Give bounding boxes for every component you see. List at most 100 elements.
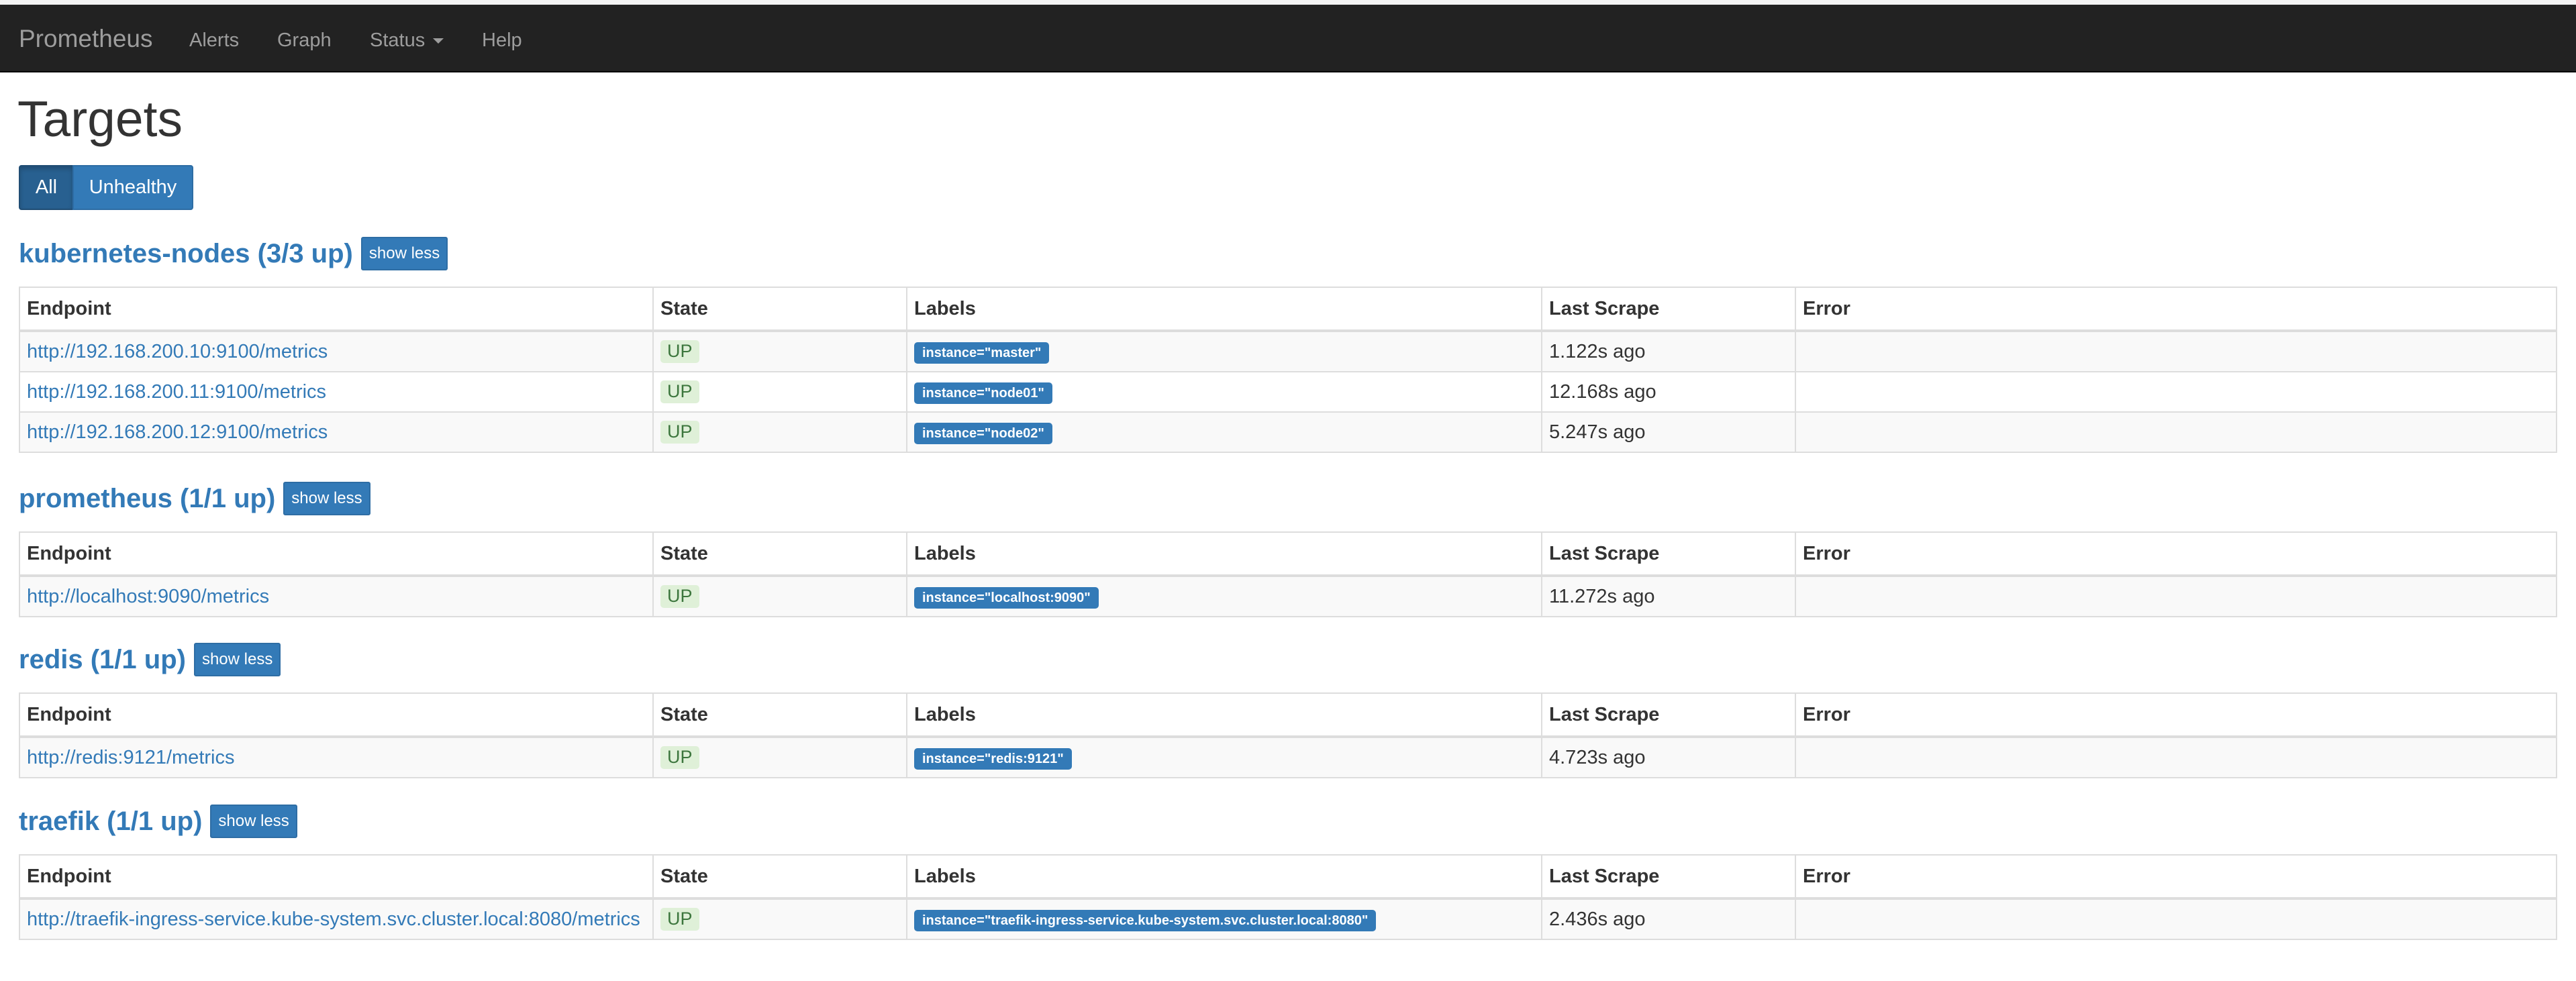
col-last-scrape-header: Last Scrape <box>1541 854 1796 900</box>
state-badge: UP <box>660 746 699 769</box>
table-header-row: Endpoint State Labels Last Scrape Error <box>19 854 2557 900</box>
label-badge: instance="node02" <box>914 422 1052 444</box>
labels-cell: instance="node02" <box>906 411 1542 453</box>
state-cell: UP <box>652 411 907 453</box>
col-labels-header: Labels <box>906 531 1542 577</box>
last-scrape-cell: 1.122s ago <box>1541 330 1796 372</box>
error-cell <box>1795 575 2557 617</box>
endpoint-cell: http://192.168.200.11:9100/metrics <box>19 371 654 413</box>
nav-status[interactable]: Status <box>370 30 444 52</box>
targets-table-redis: Endpoint State Labels Last Scrape Error … <box>19 692 2557 778</box>
table-header-row: Endpoint State Labels Last Scrape Error <box>19 531 2557 577</box>
col-state-header: State <box>652 854 907 900</box>
job-header-traefik: traefik (1/1 up) show less <box>19 805 297 838</box>
targets-table-traefik: Endpoint State Labels Last Scrape Error … <box>19 854 2557 940</box>
filter-unhealthy-button[interactable]: Unhealthy <box>72 165 193 210</box>
table-header-row: Endpoint State Labels Last Scrape Error <box>19 692 2557 738</box>
table-row: http://localhost:9090/metrics UP instanc… <box>19 575 2557 617</box>
state-cell: UP <box>652 371 907 413</box>
state-cell: UP <box>652 330 907 372</box>
labels-cell: instance="node01" <box>906 371 1542 413</box>
endpoint-link[interactable]: http://192.168.200.10:9100/metrics <box>27 341 328 362</box>
labels-cell: instance="redis:9121" <box>906 736 1542 778</box>
show-less-button[interactable]: show less <box>360 237 448 270</box>
col-labels-header: Labels <box>906 692 1542 738</box>
show-less-button[interactable]: show less <box>210 805 297 838</box>
col-endpoint-header: Endpoint <box>19 692 654 738</box>
last-scrape-cell: 12.168s ago <box>1541 371 1796 413</box>
caret-down-icon <box>433 38 444 44</box>
targets-table-prometheus: Endpoint State Labels Last Scrape Error … <box>19 531 2557 617</box>
labels-cell: instance="master" <box>906 330 1542 372</box>
endpoint-link[interactable]: http://redis:9121/metrics <box>27 747 234 768</box>
endpoint-cell: http://redis:9121/metrics <box>19 736 654 778</box>
state-cell: UP <box>652 736 907 778</box>
nav-help[interactable]: Help <box>482 30 522 52</box>
show-less-button[interactable]: show less <box>283 482 370 515</box>
col-endpoint-header: Endpoint <box>19 531 654 577</box>
error-cell <box>1795 736 2557 778</box>
state-cell: UP <box>652 898 907 940</box>
state-badge: UP <box>660 380 699 403</box>
last-scrape-cell: 11.272s ago <box>1541 575 1796 617</box>
state-badge: UP <box>660 585 699 608</box>
col-state-header: State <box>652 531 907 577</box>
endpoint-cell: http://traefik-ingress-service.kube-syst… <box>19 898 654 940</box>
error-cell <box>1795 330 2557 372</box>
col-error-header: Error <box>1795 287 2557 332</box>
error-cell <box>1795 411 2557 453</box>
table-row: http://redis:9121/metrics UP instance="r… <box>19 736 2557 778</box>
table-row: http://traefik-ingress-service.kube-syst… <box>19 898 2557 940</box>
error-cell <box>1795 371 2557 413</box>
endpoint-link[interactable]: http://traefik-ingress-service.kube-syst… <box>27 909 640 930</box>
job-header-redis: redis (1/1 up) show less <box>19 643 281 676</box>
col-endpoint-header: Endpoint <box>19 854 654 900</box>
col-error-header: Error <box>1795 692 2557 738</box>
table-row: http://192.168.200.12:9100/metrics UP in… <box>19 411 2557 453</box>
filter-button-group: All Unhealthy <box>19 165 193 210</box>
job-title[interactable]: traefik (1/1 up) <box>19 807 202 837</box>
last-scrape-cell: 4.723s ago <box>1541 736 1796 778</box>
state-cell: UP <box>652 575 907 617</box>
nav-status-label: Status <box>370 30 426 51</box>
endpoint-link[interactable]: http://localhost:9090/metrics <box>27 586 269 607</box>
show-less-button[interactable]: show less <box>193 643 281 676</box>
brand-link[interactable]: Prometheus <box>19 25 153 53</box>
col-state-header: State <box>652 287 907 332</box>
col-error-header: Error <box>1795 854 2557 900</box>
endpoint-cell: http://localhost:9090/metrics <box>19 575 654 617</box>
navbar: Prometheus Alerts Graph Status Help <box>0 5 2576 72</box>
endpoint-cell: http://192.168.200.12:9100/metrics <box>19 411 654 453</box>
col-endpoint-header: Endpoint <box>19 287 654 332</box>
col-last-scrape-header: Last Scrape <box>1541 531 1796 577</box>
endpoint-cell: http://192.168.200.10:9100/metrics <box>19 330 654 372</box>
table-header-row: Endpoint State Labels Last Scrape Error <box>19 287 2557 332</box>
label-badge: instance="redis:9121" <box>914 747 1072 770</box>
nav-alerts[interactable]: Alerts <box>189 30 239 52</box>
label-badge: instance="localhost:9090" <box>914 586 1099 609</box>
state-badge: UP <box>660 340 699 363</box>
col-last-scrape-header: Last Scrape <box>1541 287 1796 332</box>
job-title[interactable]: redis (1/1 up) <box>19 645 186 675</box>
filter-all-button[interactable]: All <box>19 165 74 210</box>
top-strip <box>0 0 2576 5</box>
last-scrape-cell: 2.436s ago <box>1541 898 1796 940</box>
state-badge: UP <box>660 421 699 444</box>
labels-cell: instance="traefik-ingress-service.kube-s… <box>906 898 1542 940</box>
job-title[interactable]: prometheus (1/1 up) <box>19 484 275 514</box>
state-badge: UP <box>660 908 699 931</box>
endpoint-link[interactable]: http://192.168.200.11:9100/metrics <box>27 381 326 403</box>
col-state-header: State <box>652 692 907 738</box>
label-badge: instance="node01" <box>914 382 1052 404</box>
job-title[interactable]: kubernetes-nodes (3/3 up) <box>19 239 353 269</box>
col-last-scrape-header: Last Scrape <box>1541 692 1796 738</box>
page-title: Targets <box>17 91 183 147</box>
col-labels-header: Labels <box>906 287 1542 332</box>
targets-table-kubernetes-nodes: Endpoint State Labels Last Scrape Error … <box>19 287 2557 453</box>
error-cell <box>1795 898 2557 940</box>
col-labels-header: Labels <box>906 854 1542 900</box>
nav-graph[interactable]: Graph <box>277 30 332 52</box>
endpoint-link[interactable]: http://192.168.200.12:9100/metrics <box>27 421 328 443</box>
job-header-prometheus: prometheus (1/1 up) show less <box>19 482 370 515</box>
job-header-kubernetes-nodes: kubernetes-nodes (3/3 up) show less <box>19 237 448 270</box>
